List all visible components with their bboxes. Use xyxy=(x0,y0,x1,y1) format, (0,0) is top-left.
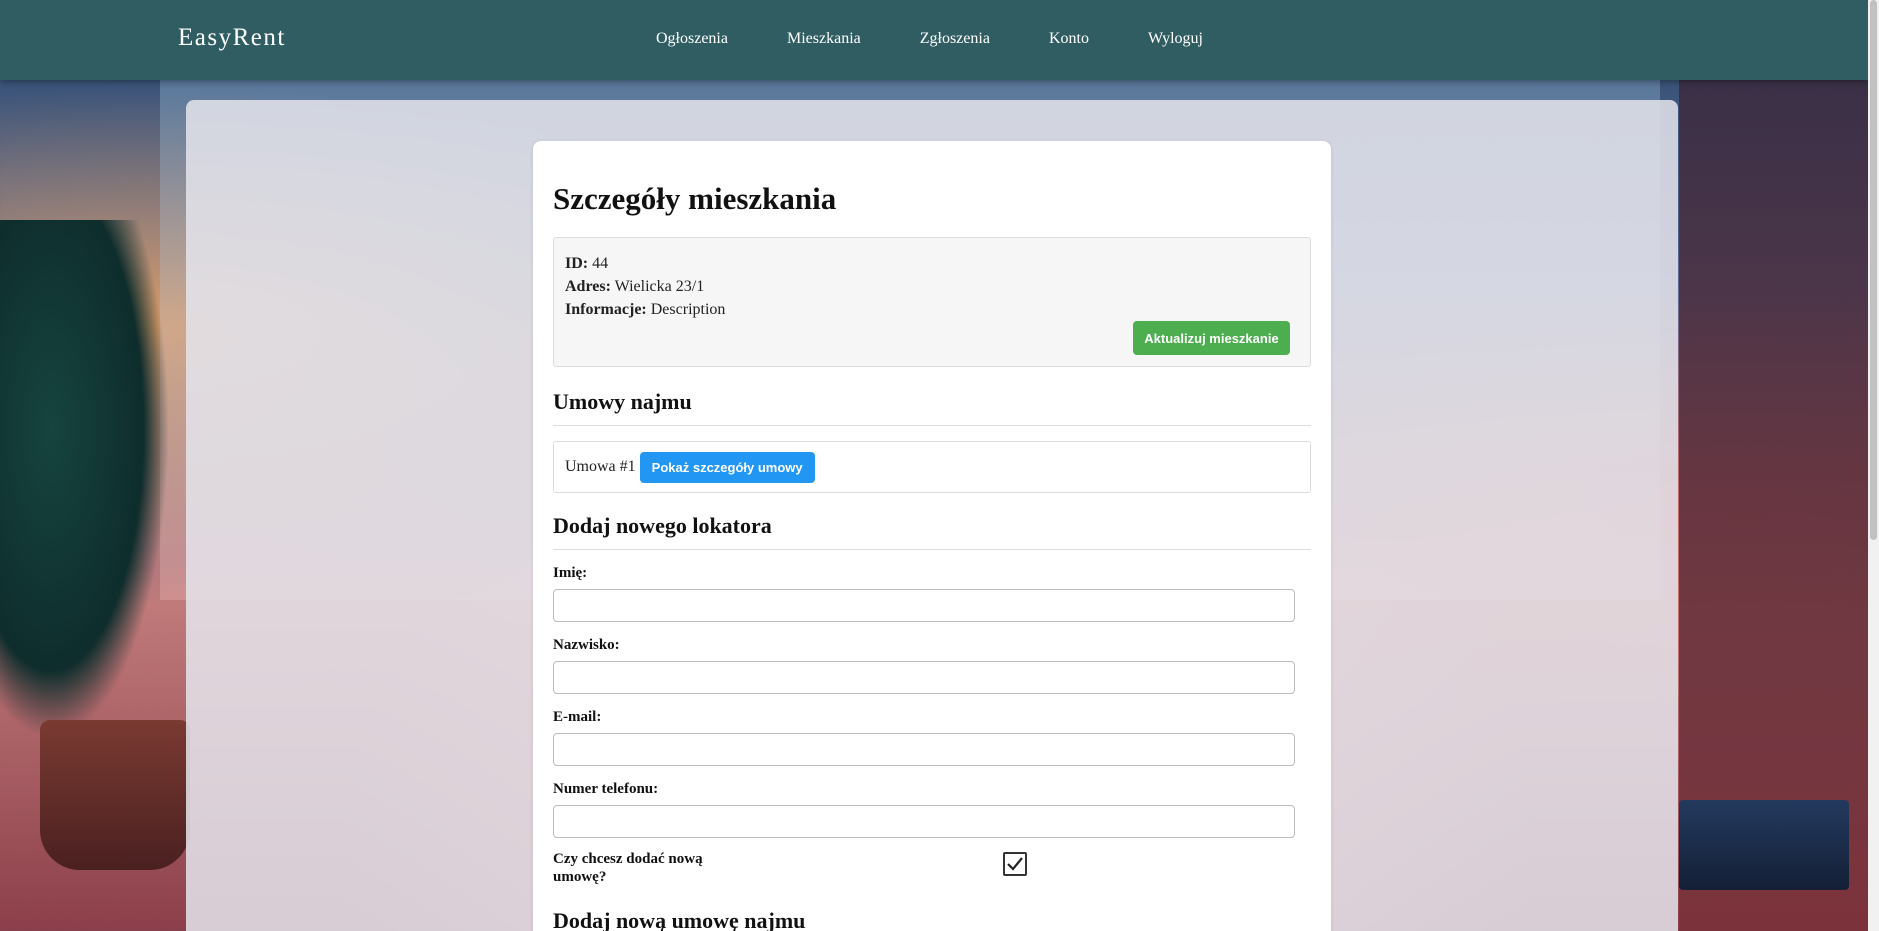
background-plant xyxy=(0,220,170,740)
top-navbar: EasyRent Ogłoszenia Mieszkania Zgłoszeni… xyxy=(0,0,1868,80)
background-books xyxy=(1679,800,1849,890)
scrollbar-thumb[interactable] xyxy=(1870,0,1877,540)
contract-label: Umowa #1 xyxy=(565,458,636,475)
nav-link-ogloszenia[interactable]: Ogłoszenia xyxy=(656,30,728,48)
phone-label: Numer telefonu: xyxy=(553,781,659,797)
contract-item: Umowa #1 Pokaż szczegóły umowy xyxy=(553,441,1311,493)
email-input[interactable] xyxy=(553,733,1295,766)
nav-link-zgloszenia[interactable]: Zgłoszenia xyxy=(920,30,990,48)
email-label: E-mail: xyxy=(553,709,602,725)
info-value: Description xyxy=(650,301,726,318)
info-label: Informacje: xyxy=(565,301,647,318)
brand-logo[interactable]: EasyRent xyxy=(178,24,286,52)
contracts-heading: Umowy najmu xyxy=(553,389,1311,426)
id-label: ID: xyxy=(565,255,589,272)
show-contract-details-button[interactable]: Pokaż szczegóły umowy xyxy=(639,451,815,483)
nav-link-wyloguj[interactable]: Wyloguj xyxy=(1148,30,1203,48)
page-title: Szczegóły mieszkania xyxy=(553,181,837,216)
nav-link-konto[interactable]: Konto xyxy=(1049,30,1089,48)
nav-link-mieszkania[interactable]: Mieszkania xyxy=(787,30,861,48)
add-contract-row: Czy chcesz dodać nową umowę? xyxy=(553,850,1311,890)
apartment-card: Szczegóły mieszkania ID: 44 Adres: Wieli… xyxy=(533,141,1331,931)
first-name-label: Imię: xyxy=(553,565,588,581)
update-apartment-button[interactable]: Aktualizuj mieszkanie xyxy=(1133,321,1290,355)
info-address-row: Adres: Wielicka 23/1 xyxy=(565,275,1299,298)
add-contract-checkbox[interactable] xyxy=(1003,852,1027,876)
last-name-input[interactable] xyxy=(553,661,1295,694)
address-label: Adres: xyxy=(565,278,611,295)
last-name-label: Nazwisko: xyxy=(553,637,620,653)
first-name-input[interactable] xyxy=(553,589,1295,622)
id-value: 44 xyxy=(592,255,609,272)
info-id-row: ID: 44 xyxy=(565,252,1299,275)
add-contract-label: Czy chcesz dodać nową umowę? xyxy=(553,851,703,885)
background-pot xyxy=(40,720,190,870)
nav-links: Ogłoszenia Mieszkania Zgłoszenia Konto W… xyxy=(656,30,1262,48)
checkmark-icon xyxy=(1007,857,1023,871)
page-scrollbar[interactable] xyxy=(1868,0,1879,931)
address-value: Wielicka 23/1 xyxy=(614,278,705,295)
new-contract-heading: Dodaj nową umowę najmu xyxy=(553,908,1311,931)
apartment-info-box: ID: 44 Adres: Wielicka 23/1 Informacje: … xyxy=(553,237,1311,367)
add-tenant-heading: Dodaj nowego lokatora xyxy=(553,513,1311,550)
info-description-row: Informacje: Description xyxy=(565,298,1299,321)
phone-input[interactable] xyxy=(553,805,1295,838)
